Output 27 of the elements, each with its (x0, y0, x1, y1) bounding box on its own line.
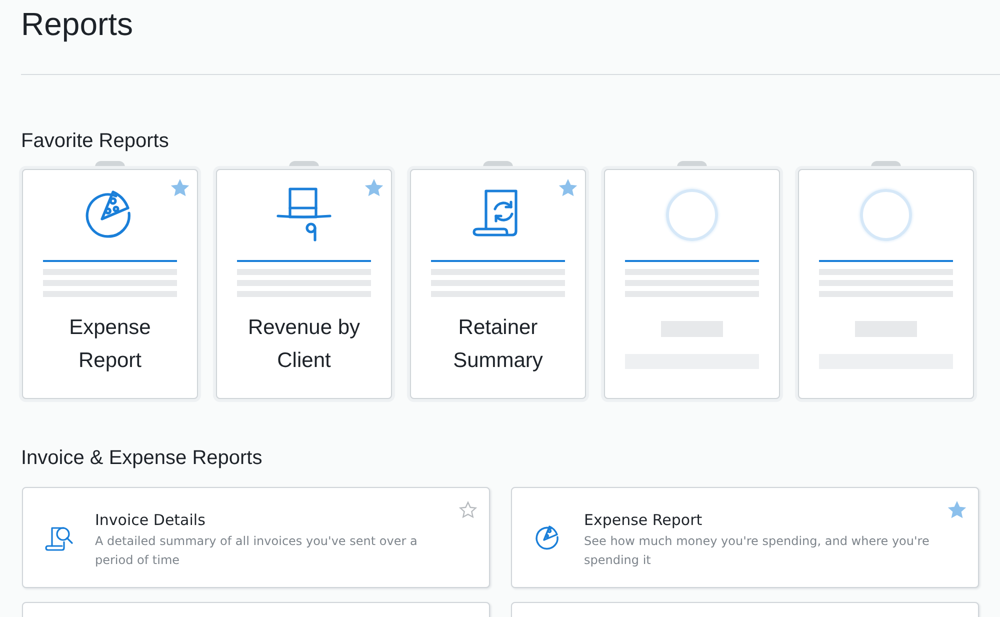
page-title: Reports (21, 5, 134, 44)
filled-star-icon[interactable] (948, 501, 966, 519)
report-description: A detailed summary of all invoices you've sent over a period of time (95, 533, 418, 569)
report-title: Expense (69, 315, 151, 341)
report-title: Report (78, 348, 142, 374)
section-heading: Invoice & Expense Reports (21, 447, 264, 470)
filled-star-icon[interactable] (559, 179, 577, 197)
report-list-item[interactable]: Expense Report See how much money you're spending, and where you're spending it (511, 487, 979, 588)
report-description: See how much money you're spending, and where you're spending it (584, 533, 930, 569)
report-title: Expense Report (584, 510, 704, 530)
placeholder-bar (661, 321, 723, 337)
report-card[interactable]: Expense Report (22, 169, 198, 399)
report-title: Summary (453, 348, 543, 374)
report-title: Revenue by (248, 315, 360, 341)
report-card[interactable]: Retainer Summary (410, 169, 586, 399)
report-title: Client (277, 348, 331, 374)
placeholder-circle (666, 189, 718, 241)
report-title: Retainer (458, 315, 538, 341)
filled-star-icon[interactable] (171, 179, 189, 197)
outline-star-icon[interactable] (459, 501, 477, 519)
report-card[interactable]: Revenue by Client (216, 169, 392, 399)
report-title: Invoice Details (95, 510, 206, 530)
filled-star-icon[interactable] (365, 179, 383, 197)
placeholder-circle (860, 189, 912, 241)
placeholder-bar (855, 321, 917, 337)
section-heading: Favorite Reports (21, 130, 170, 153)
report-list-item[interactable]: Invoice Details A detailed summary of all invoices you've sent over a period of time (22, 487, 490, 588)
